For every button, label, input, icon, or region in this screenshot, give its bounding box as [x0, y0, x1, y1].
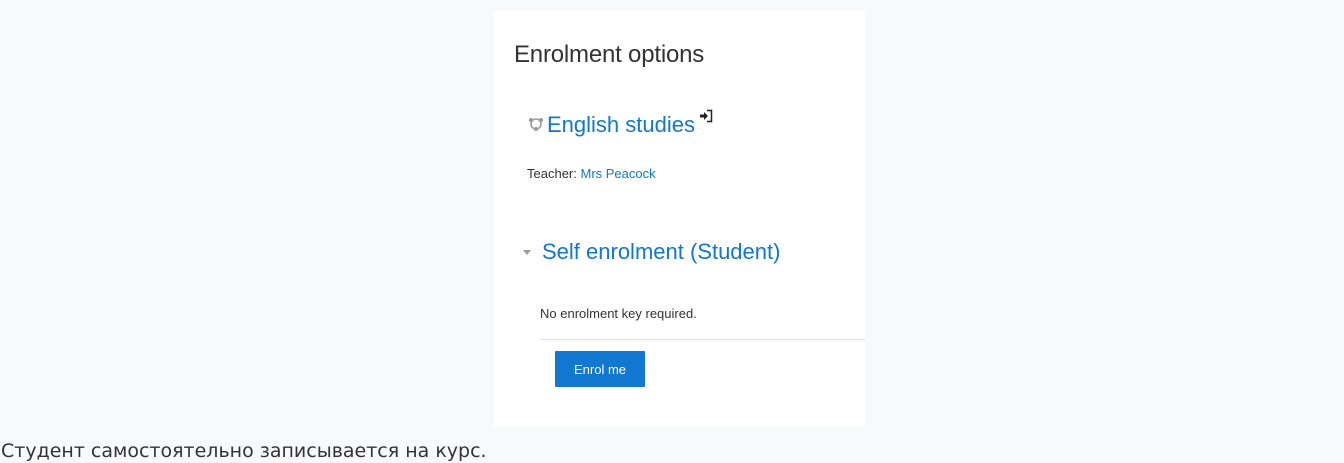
teacher-label: Teacher: — [527, 166, 581, 181]
caption-text: Студент самостоятельно записывается на к… — [1, 440, 487, 462]
course-icon — [529, 118, 543, 131]
self-enrolment-header[interactable]: Self enrolment (Student) — [522, 239, 780, 265]
page-title: Enrolment options — [514, 41, 705, 68]
self-enrolment-title: Self enrolment (Student) — [542, 239, 781, 264]
course-name-link[interactable]: English studies — [547, 111, 695, 139]
teacher-info: Teacher: Mrs Peacock — [527, 166, 656, 181]
enrolment-card: Enrolment options English studies Teache… — [494, 11, 865, 427]
course-header: English studies — [527, 109, 713, 139]
teacher-link[interactable]: Mrs Peacock — [580, 166, 655, 181]
enrol-me-button[interactable]: Enrol me — [555, 351, 645, 387]
divider — [539, 339, 865, 340]
login-icon — [699, 109, 713, 123]
caret-down-icon — [523, 250, 531, 255]
enrolment-key-message: No enrolment key required. — [540, 306, 697, 321]
